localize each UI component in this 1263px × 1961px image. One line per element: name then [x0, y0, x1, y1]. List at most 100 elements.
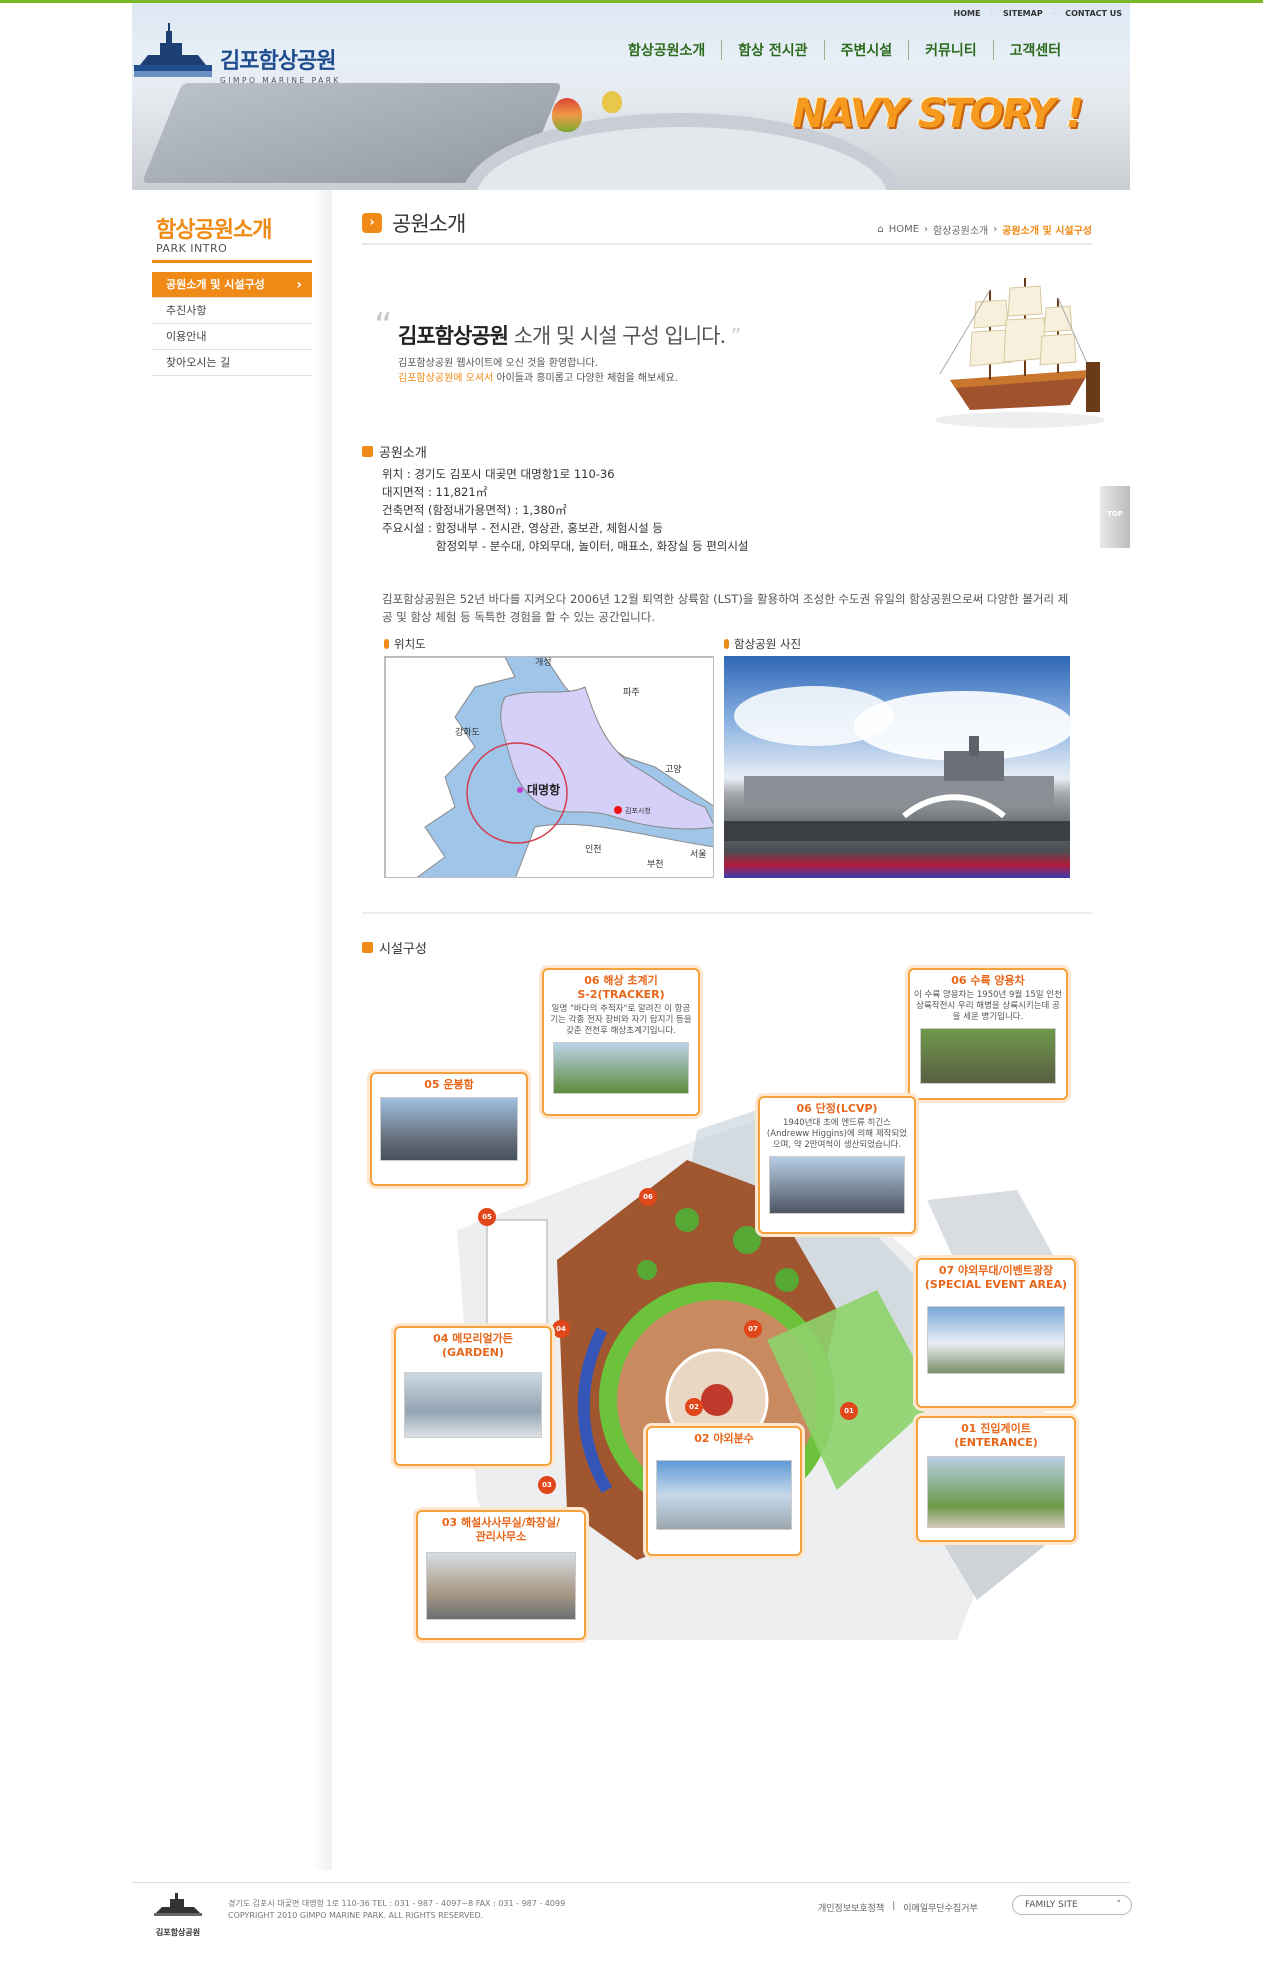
- sidebar-menu: 공원소개 및 시설구성 추진사항 이용안내 찾아오시는 길: [152, 272, 312, 376]
- sidebar-item-progress[interactable]: 추진사항: [152, 298, 312, 324]
- nav-park-intro[interactable]: 함상공원소개: [612, 40, 721, 60]
- facility-card-lcvp[interactable]: 06 단정(LCVP) 1940년대 초에 엔드류 히긴스 (Andreww H…: [758, 1096, 916, 1234]
- nav-nearby-facilities[interactable]: 주변시설: [823, 40, 909, 60]
- facility-title: 06 해상 초계기 S-2(TRACKER): [577, 974, 665, 1001]
- map-label: 강화도: [455, 727, 480, 738]
- util-home-link[interactable]: HOME: [954, 9, 981, 18]
- map-label: 파주: [623, 687, 640, 698]
- facility-card-event-area[interactable]: 07 야외무대/이벤트광장 (SPECIAL EVENT AREA): [916, 1258, 1076, 1408]
- util-contact-link[interactable]: CONTACT US: [1065, 9, 1122, 18]
- facilities-heading: 시설구성: [362, 938, 427, 957]
- intro-line-2: 김포함상공원에 오셔서 아이들과 흥미롭고 다양한 체험을 해보세요.: [398, 371, 740, 386]
- info-location: 위치 : 경기도 김포시 대곶면 대명항1로 110-36: [382, 467, 615, 481]
- facility-photo: [920, 1028, 1056, 1084]
- facility-card-tracker[interactable]: 06 해상 초계기 S-2(TRACKER) 일명 "바다의 추적자"로 알려진…: [542, 968, 700, 1116]
- footer-separator: |: [892, 1901, 896, 1911]
- intro-block: “ 김포함상공원 소개 및 시설 구성 입니다. ” 김포함상공원 웹사이트에 …: [374, 306, 741, 386]
- marker-06[interactable]: 06: [639, 1188, 657, 1206]
- ship-logo-icon: [134, 21, 212, 81]
- section-bullet-icon: [362, 942, 373, 953]
- marker-01[interactable]: 01: [840, 1402, 858, 1420]
- footer-address-line: 경기도 김포시 대곶면 대명항 1로 110-36 TEL : 031 - 98…: [228, 1899, 566, 1908]
- site-logo[interactable]: 김포함상공원 GIMPO MARINE PARK: [134, 21, 341, 85]
- facilities-title: 시설구성: [379, 942, 427, 957]
- marker-04[interactable]: 04: [552, 1320, 570, 1338]
- park-info-list: 위치 : 경기도 김포시 대곶면 대명항1로 110-36 대지면적 : 11,…: [382, 465, 749, 555]
- email-refusal-link[interactable]: 이메일무단수집거부: [903, 1901, 978, 1914]
- facility-photo: [380, 1097, 518, 1161]
- facility-card-amphibious[interactable]: 06 수륙 양용차 이 수륙 양용차는 1950년 9월 15일 인천 상륙작전…: [908, 968, 1068, 1100]
- map-label: 개성: [535, 657, 552, 668]
- breadcrumb-home[interactable]: HOME: [889, 224, 919, 235]
- pin-icon: [384, 639, 389, 649]
- map-label: 서울: [690, 849, 707, 860]
- intro-line-2-highlight: 김포함상공원에 오셔서: [398, 373, 494, 384]
- sailing-ship-image: [910, 270, 1110, 430]
- scroll-top-button[interactable]: TOP: [1100, 486, 1130, 548]
- map-label: 부천: [647, 859, 664, 870]
- breadcrumb-current: 공원소개 및 시설구성: [1002, 226, 1092, 237]
- quote-close-icon: ”: [730, 324, 741, 348]
- map-label: 대명항: [527, 782, 560, 797]
- footer: 김포함상공원 경기도 김포시 대곶면 대명항 1로 110-36 TEL : 0…: [132, 1882, 1132, 1942]
- facility-photo: [426, 1552, 576, 1620]
- intro-text: 김포함상공원 웹사이트에 오신 것을 환영합니다. 김포함상공원에 오셔서 아이…: [398, 356, 740, 386]
- page-title-area: › 공원소개: [362, 208, 466, 238]
- home-icon: ⌂: [877, 224, 884, 235]
- facility-title: 03 해설사사무실/화장실/ 관리사무소: [441, 1516, 561, 1543]
- info-outdoor-facilities: 함정외부 - 분수대, 야외무대, 놀이터, 매표소, 화장실 등 편의시설: [436, 539, 749, 553]
- marker-03[interactable]: 03: [538, 1476, 556, 1494]
- map-label: 고양: [665, 764, 682, 775]
- nav-community[interactable]: 커뮤니티: [908, 40, 993, 60]
- family-site-select[interactable]: FAMILY SITE: [1012, 1895, 1132, 1915]
- info-main-facilities: 주요시설 : 함정내부 - 전시관, 영상관, 홍보관, 체험시설 등: [382, 521, 663, 535]
- util-sitemap-link[interactable]: SITEMAP: [1003, 9, 1043, 18]
- privacy-policy-link[interactable]: 개인정보보호정책: [818, 1901, 884, 1914]
- footer-logo[interactable]: 김포함상공원: [154, 1891, 202, 1937]
- facility-title: 05 운봉함: [424, 1078, 474, 1091]
- marker-02[interactable]: 02: [685, 1398, 703, 1416]
- utility-links: HOME · SITEMAP · CONTACT US: [954, 9, 1122, 18]
- facility-card-unbong[interactable]: 05 운봉함: [370, 1072, 528, 1186]
- sidebar: 함상공원소개 PARK INTRO 공원소개 및 시설구성 추진사항 이용안내 …: [132, 190, 332, 1870]
- page-title: 공원소개: [392, 212, 466, 236]
- photo-caption: 함상공원 사진: [724, 636, 801, 652]
- facility-card-fountain[interactable]: 02 야외분수: [646, 1426, 802, 1556]
- facility-desc: 1940년대 초에 엔드류 히긴스 (Andreww Higgins)에 의해 …: [766, 1118, 908, 1150]
- nav-ship-exhibition[interactable]: 함상 전시관: [721, 40, 823, 60]
- util-separator: ·: [990, 9, 993, 18]
- map-label: 김포시청: [625, 807, 651, 815]
- section-divider: [362, 912, 1092, 914]
- marker-07[interactable]: 07: [744, 1320, 762, 1338]
- facility-title: 06 단정(LCVP): [796, 1102, 878, 1115]
- facility-card-garden[interactable]: 04 메모리얼가든 (GARDEN): [394, 1326, 552, 1466]
- sidebar-item-directions[interactable]: 찾아오시는 길: [152, 350, 312, 376]
- nav-customer-center[interactable]: 고객센터: [992, 40, 1078, 60]
- intro-headline-bold: 김포함상공원: [398, 324, 509, 348]
- facility-photo: [553, 1042, 689, 1094]
- intro-headline: 김포함상공원 소개 및 시설 구성 입니다. ”: [398, 320, 741, 350]
- ship-logo-icon: [154, 1893, 202, 1916]
- quote-icon: “: [374, 306, 393, 347]
- marker-05[interactable]: 05: [478, 1208, 496, 1226]
- footer-copyright: COPYRIGHT 2010 GIMPO MARINE PARK. ALL RI…: [228, 1911, 484, 1920]
- facility-card-entrance[interactable]: 01 진입게이트 (ENTERANCE): [916, 1416, 1076, 1542]
- intro-line-2-rest: 아이들과 흥미롭고 다양한 체험을 해보세요.: [493, 373, 678, 384]
- sidebar-divider: [152, 260, 312, 263]
- facility-title: 07 야외무대/이벤트광장 (SPECIAL EVENT AREA): [924, 1264, 1068, 1291]
- sidebar-item-usage-guide[interactable]: 이용안내: [152, 324, 312, 350]
- pin-icon: [724, 639, 729, 649]
- main-navigation: 함상공원소개 함상 전시관 주변시설 커뮤니티 고객센터: [612, 40, 1077, 60]
- park-info-title: 공원소개: [379, 446, 427, 461]
- facility-photo: [927, 1306, 1065, 1374]
- balloon-icon: [552, 98, 582, 132]
- logo-english-name: GIMPO MARINE PARK: [220, 76, 341, 85]
- sidebar-item-park-intro[interactable]: 공원소개 및 시설구성: [152, 272, 312, 298]
- breadcrumb: ⌂ HOME › 함상공원소개 › 공원소개 및 시설구성: [877, 222, 1092, 237]
- facility-desc: 이 수륙 양용차는 1950년 9월 15일 인천 상륙작전시 우리 해병을 상…: [914, 990, 1062, 1022]
- breadcrumb-section[interactable]: 함상공원소개: [933, 222, 988, 237]
- balloon-icon: [602, 91, 622, 113]
- facility-title: 04 메모리얼가든 (GARDEN): [433, 1332, 513, 1359]
- title-divider: [362, 243, 1092, 245]
- facility-card-office[interactable]: 03 해설사사무실/화장실/ 관리사무소: [416, 1510, 586, 1640]
